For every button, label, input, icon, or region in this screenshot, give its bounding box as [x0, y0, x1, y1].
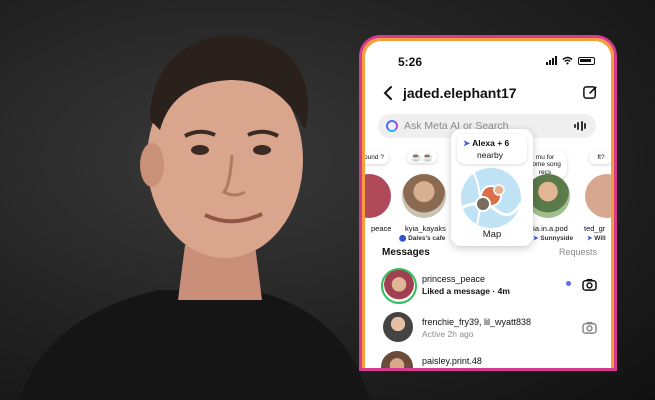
note-bubble: ound ?	[365, 151, 389, 165]
location-arrow-icon: ➤	[463, 138, 471, 148]
requests-link[interactable]: Requests	[559, 247, 597, 257]
unread-dot	[566, 281, 571, 286]
voice-icon[interactable]	[573, 121, 586, 131]
note-username: ted_gr	[584, 224, 606, 233]
back-arrow-icon[interactable]	[381, 85, 395, 101]
location-text: Will	[594, 235, 606, 242]
location-text: Sunnyside	[540, 235, 574, 242]
avatar	[365, 174, 391, 218]
message-row[interactable]: princess_peace Liked a message · 4m	[365, 266, 611, 308]
message-row[interactable]: paisley.print.48	[365, 348, 611, 368]
camera-icon[interactable]	[582, 278, 597, 291]
map-bubble: ➤ Alexa + 6 nearby	[457, 134, 527, 164]
note-location: ⬤ Dales's cafe	[399, 235, 446, 242]
message-name: princess_peace	[422, 274, 486, 284]
battery-icon	[578, 56, 595, 65]
map-thumbnail	[461, 168, 521, 228]
note-username: kyia_kayaks	[405, 224, 446, 233]
status-bar: 5:26	[365, 55, 611, 71]
camera-icon[interactable]	[582, 321, 597, 334]
map-title-text: Alexa + 6	[472, 138, 510, 148]
map-subtitle: nearby	[477, 150, 503, 160]
message-subtitle: Active 2h ago	[422, 329, 474, 339]
note-location: ➤ Sunnyside	[533, 235, 574, 242]
message-subtitle: Liked a message · 4m	[422, 286, 510, 296]
meta-ai-icon	[386, 120, 398, 132]
note-username: peace	[371, 224, 392, 233]
location-text: Dales's cafe	[408, 235, 446, 242]
note-bubble: ☕☕	[407, 151, 437, 164]
phone-screenshot: 5:26 jaded.elephant17 Ask Meta AI or Sea…	[362, 38, 614, 368]
avatar	[585, 174, 611, 218]
avatar	[402, 174, 446, 218]
note-username: pia.in.a.pod	[529, 224, 568, 233]
note-location: ➤ Will	[587, 235, 606, 242]
message-name: paisley.print.48	[422, 356, 482, 366]
messages-title: Messages	[382, 247, 430, 258]
chat-header: jaded.elephant17	[365, 83, 611, 105]
phone-screen: 5:26 jaded.elephant17 Ask Meta AI or Sea…	[365, 41, 611, 368]
account-title[interactable]: jaded.elephant17	[403, 85, 517, 101]
map-title: ➤ Alexa + 6	[463, 138, 509, 149]
messages-header: Messages Requests	[365, 247, 611, 261]
map-card[interactable]: ➤ Alexa + 6 nearby Map	[451, 129, 533, 246]
message-name: frenchie_fry39, lil_wyatt838	[422, 317, 532, 327]
signal-icon	[546, 56, 557, 65]
avatar	[381, 351, 413, 368]
wifi-icon	[562, 56, 573, 65]
avatar	[381, 268, 417, 304]
map-graphic	[461, 168, 521, 228]
note-bubble: ft?	[589, 151, 611, 165]
status-icons	[546, 56, 595, 65]
avatar	[383, 312, 413, 342]
message-row[interactable]: frenchie_fry39, lil_wyatt838 Active 2h a…	[365, 309, 611, 351]
person-portrait	[20, 35, 370, 400]
map-label: Map	[482, 229, 502, 240]
compose-icon[interactable]	[582, 84, 599, 101]
status-time: 5:26	[398, 55, 423, 69]
